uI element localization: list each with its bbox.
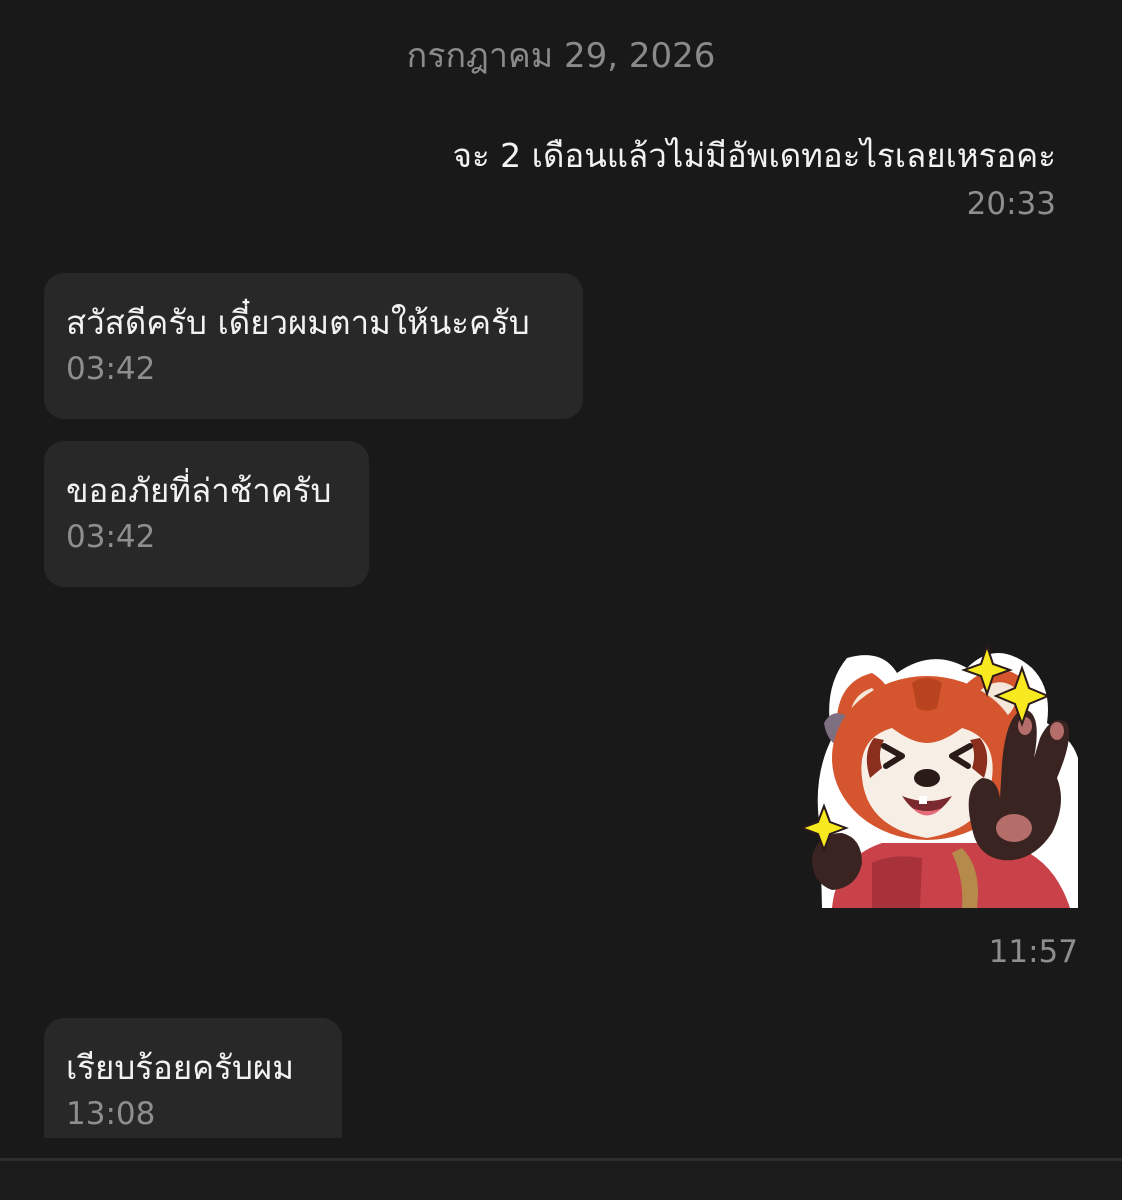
chat-window: กรกฎาคม 29, 2026 จะ 2 เดือนแล้วไม่มีอัพเ… <box>0 0 1122 1200</box>
message-text: เรียบร้อยครับผม <box>66 1048 295 1087</box>
message-time: 03:42 <box>66 519 156 555</box>
incoming-message-bubble[interactable]: ขออภัยที่ล่าช้าครับ 03:42 <box>44 441 369 587</box>
input-bar[interactable] <box>0 1158 1122 1200</box>
message-time: 03:42 <box>66 351 156 387</box>
date-divider: กรกฎาคม 29, 2026 <box>406 36 716 76</box>
outgoing-message[interactable]: จะ 2 เดือนแล้วไม่มีอัพเดทอะไรเลยเหรอคะ 2… <box>453 134 1056 224</box>
message-list[interactable]: กรกฎาคม 29, 2026 จะ 2 เดือนแล้วไม่มีอัพเ… <box>0 0 1122 1138</box>
red-panda-sticker[interactable] <box>799 628 1078 908</box>
message-time: 20:33 <box>966 186 1056 222</box>
incoming-message-bubble[interactable]: สวัสดีครับ เดี๋ยวผมตามให้นะครับ 03:42 <box>44 273 583 419</box>
red-panda-peace-sign-icon <box>799 642 1078 908</box>
message-text: ขออภัยที่ล่าช้าครับ <box>66 471 332 510</box>
message-text: สวัสดีครับ เดี๋ยวผมตามให้นะครับ <box>66 303 530 342</box>
message-time: 13:08 <box>66 1096 156 1132</box>
message-text: จะ 2 เดือนแล้วไม่มีอัพเดทอะไรเลยเหรอคะ <box>452 136 1056 175</box>
incoming-message-bubble[interactable]: เรียบร้อยครับผม 13:08 <box>44 1018 342 1138</box>
message-time: 11:57 <box>988 934 1078 970</box>
